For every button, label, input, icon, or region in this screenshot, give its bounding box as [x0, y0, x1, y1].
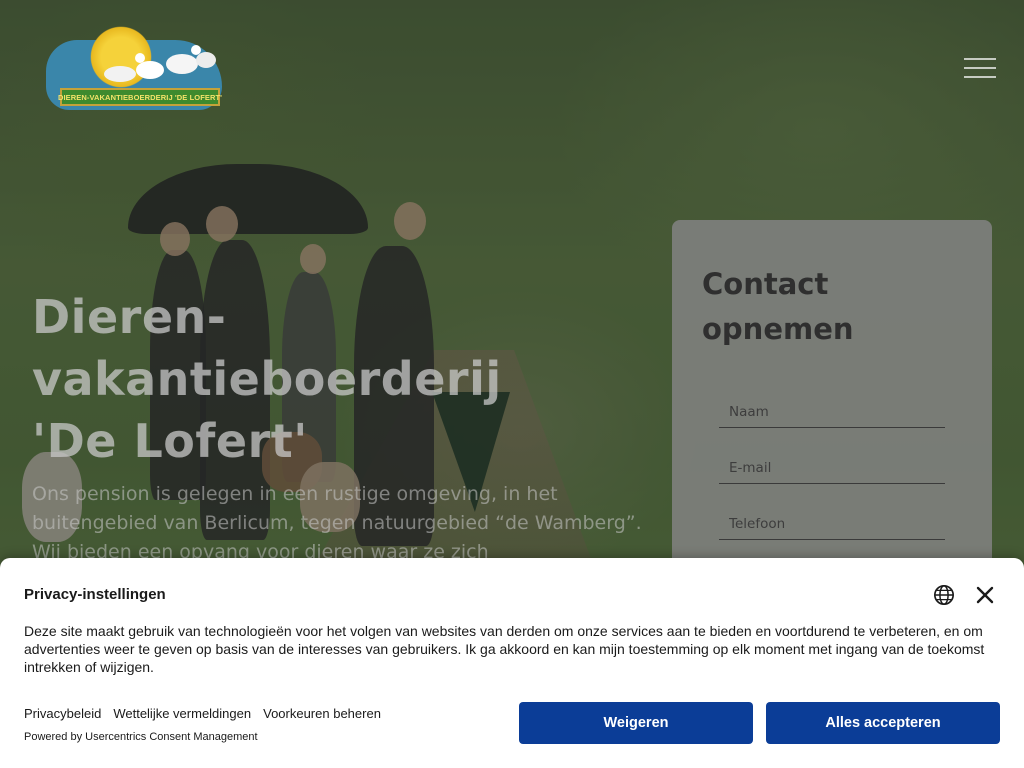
- hero-title-line: vakantieboerderij: [32, 352, 502, 406]
- deny-button[interactable]: Weigeren: [519, 702, 753, 744]
- hero-title-line: Dieren-: [32, 290, 227, 344]
- consent-links: Privacybeleid Wettelijke vermeldingen Vo…: [24, 706, 381, 721]
- hero-description: Ons pension is gelegen in een rustige om…: [32, 483, 642, 563]
- accept-all-button[interactable]: Alles accepteren: [766, 702, 1000, 744]
- phone-input[interactable]: [719, 508, 945, 539]
- contact-title: Contact opnemen: [702, 262, 962, 352]
- contact-form-card: Contact opnemen: [672, 220, 992, 580]
- logo-banner: DIEREN-VAKANTIEBOERDERIJ 'DE LOFERT': [57, 88, 223, 106]
- hamburger-menu-icon[interactable]: [964, 58, 996, 78]
- consent-title: Privacy-instellingen: [24, 586, 166, 603]
- contact-title-line: opnemen: [702, 312, 854, 346]
- phone-field[interactable]: [719, 508, 945, 540]
- hero-title: Dieren- vakantieboerderij 'De Lofert': [32, 286, 552, 472]
- consent-description: Deze site maakt gebruik van technologieë…: [24, 623, 985, 675]
- name-input[interactable]: [719, 396, 945, 427]
- powered-by-text: Powered by Usercentrics Consent Manageme…: [24, 731, 258, 743]
- email-field[interactable]: [719, 452, 945, 484]
- legal-notice-link[interactable]: Wettelijke vermeldingen: [113, 706, 251, 721]
- site-logo[interactable]: DIEREN-VAKANTIEBOERDERIJ 'DE LOFERT': [46, 22, 222, 110]
- close-icon[interactable]: [975, 585, 995, 605]
- privacy-consent-banner: Privacy-instellingen Deze site maakt geb…: [0, 558, 1024, 768]
- email-input[interactable]: [719, 452, 945, 483]
- privacy-policy-link[interactable]: Privacybeleid: [24, 706, 101, 721]
- globe-icon[interactable]: [933, 584, 955, 606]
- logo-text: DIEREN-VAKANTIEBOERDERIJ 'DE LOFERT': [57, 92, 223, 102]
- contact-title-line: Contact: [702, 267, 829, 301]
- manage-preferences-link[interactable]: Voorkeuren beheren: [263, 706, 381, 721]
- logo-animals-icon: [104, 45, 216, 82]
- hero-title-line: 'De Lofert': [32, 414, 308, 468]
- name-field[interactable]: [719, 396, 945, 428]
